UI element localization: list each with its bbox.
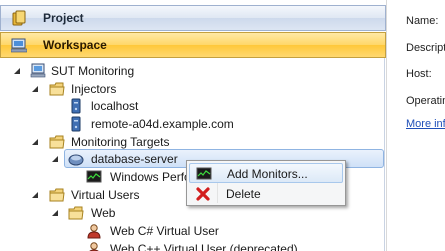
workspace-tree: SUT Monitoring Injectors localhost remot… bbox=[0, 58, 386, 251]
workspace-icon bbox=[11, 38, 27, 53]
virtual-user-icon bbox=[89, 242, 99, 251]
menu-item-add-monitors[interactable]: Add Monitors... bbox=[189, 163, 343, 183]
expanded-arrow-icon[interactable] bbox=[31, 85, 39, 93]
tree-node-label: Web bbox=[91, 206, 116, 220]
project-icon bbox=[12, 10, 26, 26]
folder-icon bbox=[49, 188, 65, 202]
delete-icon bbox=[196, 187, 210, 201]
operating-system-label: Operatin bbox=[406, 95, 445, 107]
description-label: Descript bbox=[406, 42, 445, 54]
workspace-panel: Project Workspace SUT Monitoring Injecto… bbox=[0, 0, 386, 251]
monitoring-target-icon bbox=[68, 154, 84, 166]
virtual-user-icon bbox=[87, 224, 101, 239]
tree-node-label: Virtual Users bbox=[71, 188, 140, 202]
expanded-arrow-icon[interactable] bbox=[13, 67, 21, 75]
expanded-arrow-icon[interactable] bbox=[31, 191, 39, 199]
server-icon bbox=[71, 98, 81, 114]
tree-node-label: Web C++ Virtual User (deprecated) bbox=[110, 242, 298, 251]
tree-node-label: Windows Perfo bbox=[110, 170, 191, 184]
workspace-header-label: Workspace bbox=[43, 38, 107, 52]
expanded-arrow-icon[interactable] bbox=[51, 155, 59, 163]
folder-icon bbox=[49, 135, 65, 149]
tree-node-label: localhost bbox=[91, 99, 139, 113]
menu-item-label: Add Monitors... bbox=[227, 167, 308, 181]
host-label: Host: bbox=[406, 68, 432, 80]
expanded-arrow-icon[interactable] bbox=[31, 138, 39, 146]
tree-node-label: remote-a04d.example.com bbox=[91, 117, 234, 131]
server-icon bbox=[71, 116, 81, 132]
tree-node-label: SUT Monitoring bbox=[51, 64, 135, 78]
menu-item-delete[interactable]: Delete bbox=[189, 184, 343, 204]
project-header[interactable]: Project bbox=[0, 5, 386, 31]
folder-icon bbox=[68, 206, 84, 220]
tree-node-label: Web C# Virtual User bbox=[110, 224, 219, 238]
add-monitors-icon bbox=[196, 167, 212, 180]
perf-monitor-icon bbox=[86, 170, 102, 183]
menu-item-label: Delete bbox=[226, 187, 261, 201]
project-header-label: Project bbox=[43, 11, 84, 25]
workspace-header[interactable]: Workspace bbox=[0, 32, 386, 58]
more-info-link[interactable]: More inf bbox=[406, 118, 445, 130]
expanded-arrow-icon[interactable] bbox=[51, 209, 59, 217]
context-menu: Add Monitors... Delete bbox=[186, 160, 346, 206]
name-label: Name: bbox=[406, 15, 439, 27]
folder-icon bbox=[49, 82, 65, 96]
sut-monitoring-icon bbox=[30, 63, 46, 78]
details-panel: Name: Descript Host: Operatin More inf bbox=[386, 0, 445, 251]
tree-node-label: database-server bbox=[91, 152, 178, 166]
